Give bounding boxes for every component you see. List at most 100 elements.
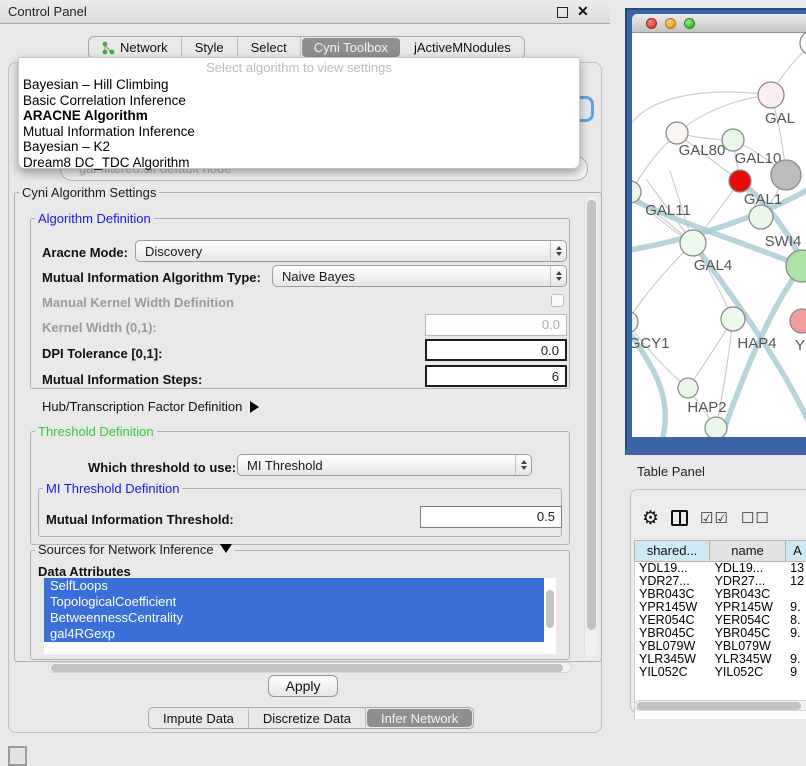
algorithm-dropdown-popup: Select algorithm to view settings Bayesi… <box>18 57 580 169</box>
aracne-mode-label: Aracne Mode: <box>42 245 128 260</box>
tab-discretize-data[interactable]: Discretize Data <box>249 708 366 728</box>
tab-select[interactable]: Select <box>238 37 301 58</box>
algorithm-option[interactable]: Basic Correlation Inference <box>19 93 579 109</box>
table-row[interactable]: YDR27...YDR27...12 <box>635 575 806 588</box>
zoom-traffic-light-icon[interactable] <box>684 18 695 29</box>
network-canvas[interactable]: GALGAL80GAL10GAL1GAL11SWI4GAL4GCY1HAP4YH… <box>632 33 806 437</box>
network-node-gal4[interactable] <box>680 230 706 256</box>
tab-cyni-toolbox[interactable]: Cyni Toolbox <box>302 38 400 57</box>
mi-type-label: Mutual Information Algorithm Type: <box>42 270 261 285</box>
mi-threshold-field[interactable]: 0.5 <box>420 506 562 528</box>
network-node-swi4[interactable] <box>749 205 773 229</box>
stepper-arrows-icon <box>550 241 566 261</box>
table-cell: 13 <box>786 562 806 575</box>
settings-vertical-scrollbar[interactable] <box>584 196 597 658</box>
network-node-hap2[interactable] <box>678 378 698 398</box>
table-row[interactable]: YBL079WYBL079W <box>635 640 806 653</box>
tab-network[interactable]: Network <box>89 37 182 58</box>
table-row[interactable]: YBR043CYBR043C <box>635 588 806 601</box>
table-cell: 8. <box>786 614 806 627</box>
control-panel-titlebar: Control Panel ✕ <box>0 0 610 24</box>
table-cell <box>786 640 806 653</box>
table-cell <box>786 588 806 601</box>
apply-button[interactable]: Apply <box>268 675 338 697</box>
column-header-name[interactable]: name <box>710 540 786 562</box>
network-node[interactable] <box>786 250 806 282</box>
table-cell: YDR27... <box>711 575 787 588</box>
tab-label: jActiveMNodules <box>414 40 511 55</box>
stepper-arrows-icon <box>550 266 566 286</box>
column-header-A[interactable]: A <box>786 540 806 562</box>
panel-corner-icon[interactable] <box>8 746 27 766</box>
settings-gear-icon[interactable]: ⚙ <box>642 507 659 530</box>
sources-horizontal-scrollbar[interactable] <box>48 662 572 673</box>
column-header-shared...[interactable]: shared... <box>634 540 710 562</box>
deselect-all-checkboxes-icon[interactable]: ☐☐ <box>741 509 770 527</box>
algorithm-option[interactable]: Bayesian – Hill Climbing <box>19 77 579 93</box>
panel-title: Control Panel <box>8 4 87 19</box>
tab-label: Style <box>195 40 224 55</box>
attribute-list-scrollbar[interactable] <box>546 590 554 628</box>
attribute-item[interactable]: SelfLoops <box>44 578 544 594</box>
table-cell: YIL052C <box>711 666 787 679</box>
table-cell: 9. <box>786 653 806 666</box>
close-traffic-light-icon[interactable] <box>646 18 657 29</box>
attribute-item[interactable]: gal4RGexp <box>44 626 544 642</box>
minimize-traffic-light-icon[interactable] <box>665 18 676 29</box>
table-row[interactable]: YDL19...YDL19...13 <box>635 562 806 575</box>
bottom-tabbar: Impute DataDiscretize DataInfer Network <box>148 707 474 729</box>
network-node[interactable] <box>705 417 727 437</box>
table-row[interactable]: YPR145WYPR145W9. <box>635 601 806 614</box>
network-edge <box>632 322 688 388</box>
close-icon[interactable]: ✕ <box>577 3 589 20</box>
tab-style[interactable]: Style <box>182 37 238 58</box>
network-node-gal10[interactable] <box>722 129 744 151</box>
dpi-tolerance-field[interactable]: 0.0 <box>425 339 567 361</box>
table-horizontal-scrollbar[interactable] <box>634 700 806 711</box>
network-graph: GALGAL80GAL10GAL1GAL11SWI4GAL4GCY1HAP4YH… <box>632 33 806 437</box>
algorithm-option[interactable]: Bayesian – K2 <box>19 139 579 155</box>
network-node-y[interactable] <box>790 309 806 333</box>
node-label: GAL80 <box>679 142 726 159</box>
network-node-gal80[interactable] <box>666 122 688 144</box>
algorithm-option[interactable]: Mutual Information Inference <box>19 124 579 140</box>
node-label: GCY1 <box>632 335 669 352</box>
collapsed-arrow-icon <box>250 401 265 413</box>
table-cell: YPR145W <box>711 601 787 614</box>
network-node[interactable] <box>800 33 806 55</box>
table-row[interactable]: YER054CYER054C8. <box>635 614 806 627</box>
network-node-gal[interactable] <box>758 82 784 108</box>
float-window-icon[interactable] <box>557 7 568 18</box>
mi-steps-field[interactable]: 6 <box>425 365 567 387</box>
table-row[interactable]: YIL052CYIL052C9 <box>635 666 806 679</box>
network-node-hap4[interactable] <box>721 307 745 331</box>
sources-title[interactable]: Sources for Network Inference <box>35 542 235 559</box>
table-row[interactable]: YBR045CYBR045C9. <box>635 627 806 640</box>
table-toolbar: ⚙ ☑☑ ☐☐ <box>642 505 806 531</box>
aracne-mode-combobox[interactable]: Discovery <box>135 240 567 262</box>
tab-infer-network[interactable]: Infer Network <box>367 709 472 727</box>
which-threshold-combobox[interactable]: MI Threshold <box>237 454 532 476</box>
network-node-gal1[interactable] <box>729 170 751 192</box>
algorithm-option[interactable]: Dream8 DC_TDC Algorithm <box>19 155 579 171</box>
table-cell: YLR345W <box>635 653 711 666</box>
algorithm-option[interactable]: ARACNE Algorithm <box>19 108 579 124</box>
mi-type-combobox[interactable]: Naive Bayes <box>272 265 567 287</box>
tab-impute-data[interactable]: Impute Data <box>149 708 249 728</box>
kernel-width-field[interactable]: 0.0 <box>425 314 567 336</box>
tab-jactivemnodules[interactable]: jActiveMNodules <box>401 37 524 58</box>
network-window-titlebar[interactable] <box>632 14 806 33</box>
which-threshold-label: Which threshold to use: <box>88 460 236 475</box>
hub-definition-expander[interactable]: Hub/Transcription Factor Definition <box>42 399 265 414</box>
table-cell: YDL19... <box>711 562 787 575</box>
network-icon <box>102 41 115 55</box>
network-node[interactable] <box>771 160 801 190</box>
attribute-item[interactable]: TopologicalCoefficient <box>44 594 544 610</box>
table-row[interactable]: YLR345WYLR345W9. <box>635 653 806 666</box>
split-pane-icon[interactable] <box>671 510 688 526</box>
select-all-checkboxes-icon[interactable]: ☑☑ <box>700 509 729 527</box>
manual-kernel-checkbox[interactable] <box>551 294 564 307</box>
network-node-gcy1[interactable] <box>632 311 638 333</box>
kernel-width-label: Kernel Width (0,1): <box>42 320 157 335</box>
attribute-item[interactable]: BetweennessCentrality <box>44 610 544 626</box>
